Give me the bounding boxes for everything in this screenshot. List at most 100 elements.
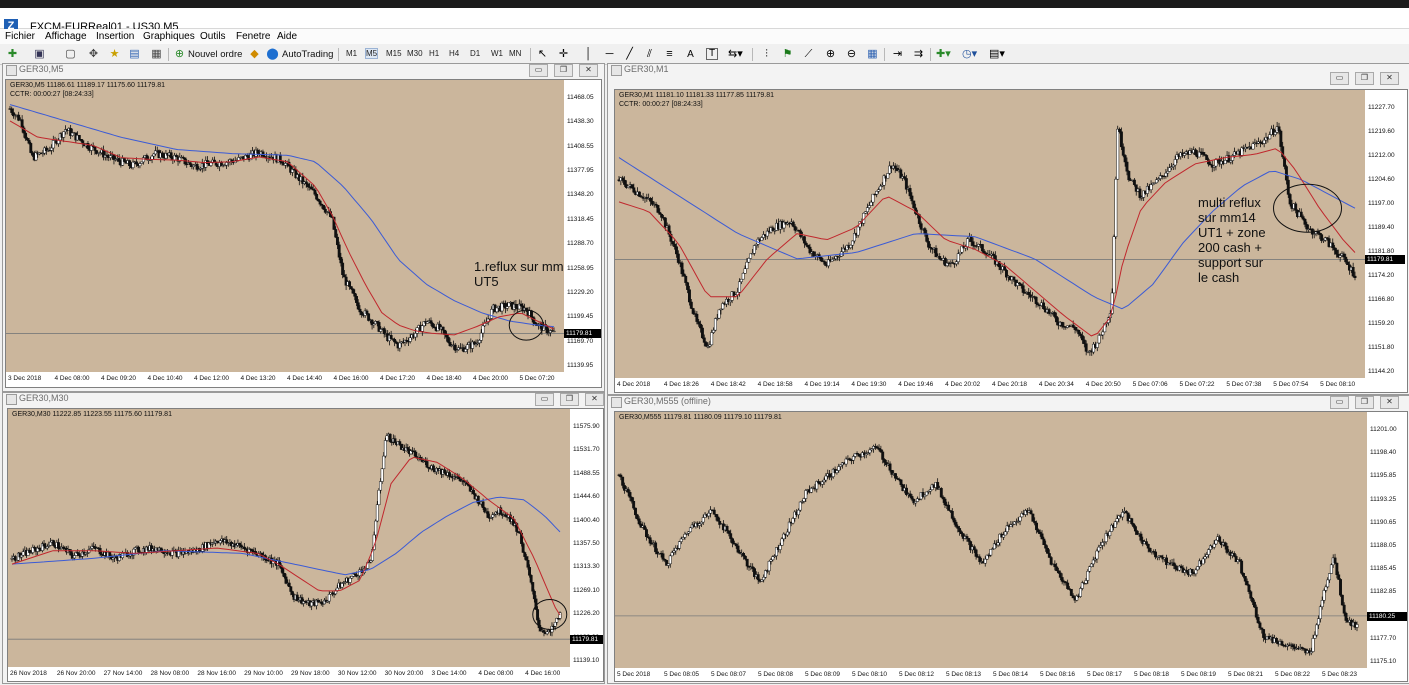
menu-outils[interactable]: Outils <box>200 31 226 42</box>
periods-icon[interactable]: ◷▾ <box>962 48 977 61</box>
time-tick-label: 4 Dec 2018 <box>617 381 651 388</box>
price-axis: 11468.05 11438.30 11408.55 11377.95 11348.20… <box>564 80 601 387</box>
symbol-info: GER30,M5 11186.61 11189.17 11175.60 1117… <box>10 82 166 89</box>
terminal-icon[interactable]: ▤ <box>128 48 141 61</box>
bar-chart-icon[interactable]: ⫶ <box>760 48 773 61</box>
price-chart-svg <box>6 104 564 354</box>
vertical-line-icon[interactable]: │ <box>582 48 595 61</box>
chart-plot-area[interactable]: GER30,M30 11222.85 11223.55 11175.60 111… <box>7 408 604 682</box>
timeframe-h1[interactable]: H1 <box>429 49 439 58</box>
line-chart-icon[interactable]: ⟋ <box>802 48 815 61</box>
menu-graphiques[interactable]: Graphiques <box>143 31 195 42</box>
timeframe-m5[interactable]: M5 <box>364 48 379 59</box>
minimize-button[interactable]: ▭ <box>1330 396 1349 409</box>
menu-insertion[interactable]: Insertion <box>96 31 134 42</box>
chart-window-m5[interactable]: GER30,M5 ▭ ❐ ✕ GER30,M5 11186.61 11189.1… <box>2 63 605 392</box>
menu-affichage[interactable]: Affichage <box>45 31 87 42</box>
fibonacci-icon[interactable]: ≡ <box>663 48 676 61</box>
candle <box>507 302 511 307</box>
crosshair-icon[interactable]: ✛ <box>557 48 570 61</box>
timeframe-mn[interactable]: MN <box>509 49 521 58</box>
chart-window-icon <box>6 394 17 405</box>
symbol-info: GER30,M30 11222.85 11223.55 11175.60 111… <box>12 411 172 418</box>
new-order-button[interactable]: Nouvel ordre <box>188 47 242 62</box>
candle <box>856 226 860 238</box>
zoom-in-icon[interactable]: ⊕ <box>824 48 837 61</box>
arrows-dropdown-icon[interactable]: ⇆▾ <box>728 48 743 61</box>
data-window-icon[interactable]: ★ <box>108 48 121 61</box>
timeframe-m15[interactable]: M15 <box>386 49 402 58</box>
chart-plot-area[interactable]: GER30,M555 11179.81 11180.09 11179.10 11… <box>614 411 1408 682</box>
time-tick-label: 29 Nov 18:00 <box>291 670 330 677</box>
minimize-button[interactable]: ▭ <box>535 393 554 406</box>
chart-shift-icon[interactable]: ⇥ <box>891 48 904 61</box>
time-tick-label: 5 Dec 08:21 <box>1228 671 1264 678</box>
candlestick-icon[interactable]: ⚑ <box>781 48 794 61</box>
menu-fichier[interactable]: Fichier <box>5 31 35 42</box>
chart-window-m30[interactable]: GER30,M30 ▭ ❐ ✕ GER30,M30 11222.85 11223… <box>2 392 605 684</box>
chart-window-m1[interactable]: GER30,M1 ▭ ❐ ✕ GER30,M1 11181.10 11181.3… <box>607 63 1409 395</box>
minimize-button[interactable]: ▭ <box>1330 72 1349 85</box>
candle <box>1031 513 1035 522</box>
candle <box>912 200 916 209</box>
maximize-button[interactable]: ❐ <box>1355 72 1374 85</box>
cursor-icon[interactable]: ↖ <box>536 48 549 61</box>
text-tool-icon[interactable]: A <box>684 48 697 61</box>
candle <box>45 543 49 551</box>
channel-icon[interactable]: ⫽ <box>643 48 656 61</box>
time-tick-label: 5 Dec 08:07 <box>711 671 747 678</box>
candle <box>875 190 879 198</box>
close-button[interactable]: ✕ <box>579 64 598 77</box>
timeframe-w1[interactable]: W1 <box>491 49 503 58</box>
profiles-icon[interactable]: ▣ <box>33 48 46 61</box>
trendline-icon[interactable]: ╱ <box>623 48 636 61</box>
close-button[interactable]: ✕ <box>1380 72 1399 85</box>
price-tick-label: 11204.60 <box>1368 176 1395 183</box>
price-tick-label: 11189.40 <box>1368 224 1395 231</box>
minimize-button[interactable]: ▭ <box>529 64 548 77</box>
app-titlebar: Z FXCM-EURReal01 - US30,M5 <box>0 8 1409 33</box>
time-tick-label: 5 Dec 08:10 <box>852 671 888 678</box>
close-button[interactable]: ✕ <box>1380 396 1399 409</box>
zoom-out-icon[interactable]: ⊖ <box>845 48 858 61</box>
candle <box>393 435 397 444</box>
timeframe-d1[interactable]: D1 <box>470 49 480 58</box>
text-label-tool-icon[interactable]: T <box>706 48 718 60</box>
candle <box>1112 234 1116 294</box>
candle <box>173 152 177 163</box>
tile-windows-icon[interactable]: ▦ <box>866 48 879 61</box>
chart-window-title: GER30,M5 <box>19 64 64 74</box>
time-tick-label: 30 Nov 12:00 <box>337 670 377 677</box>
time-tick-label: 4 Dec 18:42 <box>710 381 746 388</box>
autotrading-button[interactable]: AutoTrading <box>282 47 333 62</box>
chart-window-m555[interactable]: GER30,M555 (offline) ▭ ❐ ✕ GER30,M555 11… <box>607 395 1409 684</box>
timeframe-m30[interactable]: M30 <box>407 49 423 58</box>
templates-icon[interactable]: ▤▾ <box>989 48 1005 61</box>
autoscroll-icon[interactable]: ⇉ <box>912 48 925 61</box>
maximize-button[interactable]: ❐ <box>1355 396 1374 409</box>
metaeditor-icon[interactable]: ◆ <box>248 48 261 61</box>
horizontal-line-icon[interactable]: ─ <box>603 48 616 61</box>
symbol-info: GER30,M1 11181.10 11181.33 11177.85 1117… <box>619 92 775 99</box>
close-button[interactable]: ✕ <box>585 393 604 406</box>
indicators-icon[interactable]: ✚▾ <box>936 48 951 61</box>
chart-plot-area[interactable]: GER30,M1 11181.10 11181.33 11177.85 1117… <box>614 89 1408 393</box>
window-icon[interactable]: ▢ <box>64 48 77 61</box>
menu-aide[interactable]: Aide <box>277 31 297 42</box>
symbol-info: GER30,M555 11179.81 11180.09 11179.10 11… <box>619 414 782 421</box>
maximize-button[interactable]: ❐ <box>554 64 573 77</box>
chart-plot-area[interactable]: GER30,M5 11186.61 11189.17 11175.60 1117… <box>5 79 602 388</box>
tester-icon[interactable]: ▦ <box>150 48 163 61</box>
price-tick-label: 11175.10 <box>1370 658 1397 665</box>
timeframe-m1[interactable]: M1 <box>346 49 357 58</box>
navigator-icon[interactable]: ✥ <box>87 48 100 61</box>
autotrading-icon: ⬤ <box>266 48 279 60</box>
candle <box>1339 578 1342 597</box>
candle <box>295 591 299 602</box>
maximize-button[interactable]: ❐ <box>560 393 579 406</box>
new-chart-icon[interactable]: ✚ <box>6 48 19 61</box>
timeframe-h4[interactable]: H4 <box>449 49 459 58</box>
menu-fenetre[interactable]: Fenetre <box>236 31 270 42</box>
candle <box>319 598 323 606</box>
toolbar-separator <box>168 48 169 61</box>
